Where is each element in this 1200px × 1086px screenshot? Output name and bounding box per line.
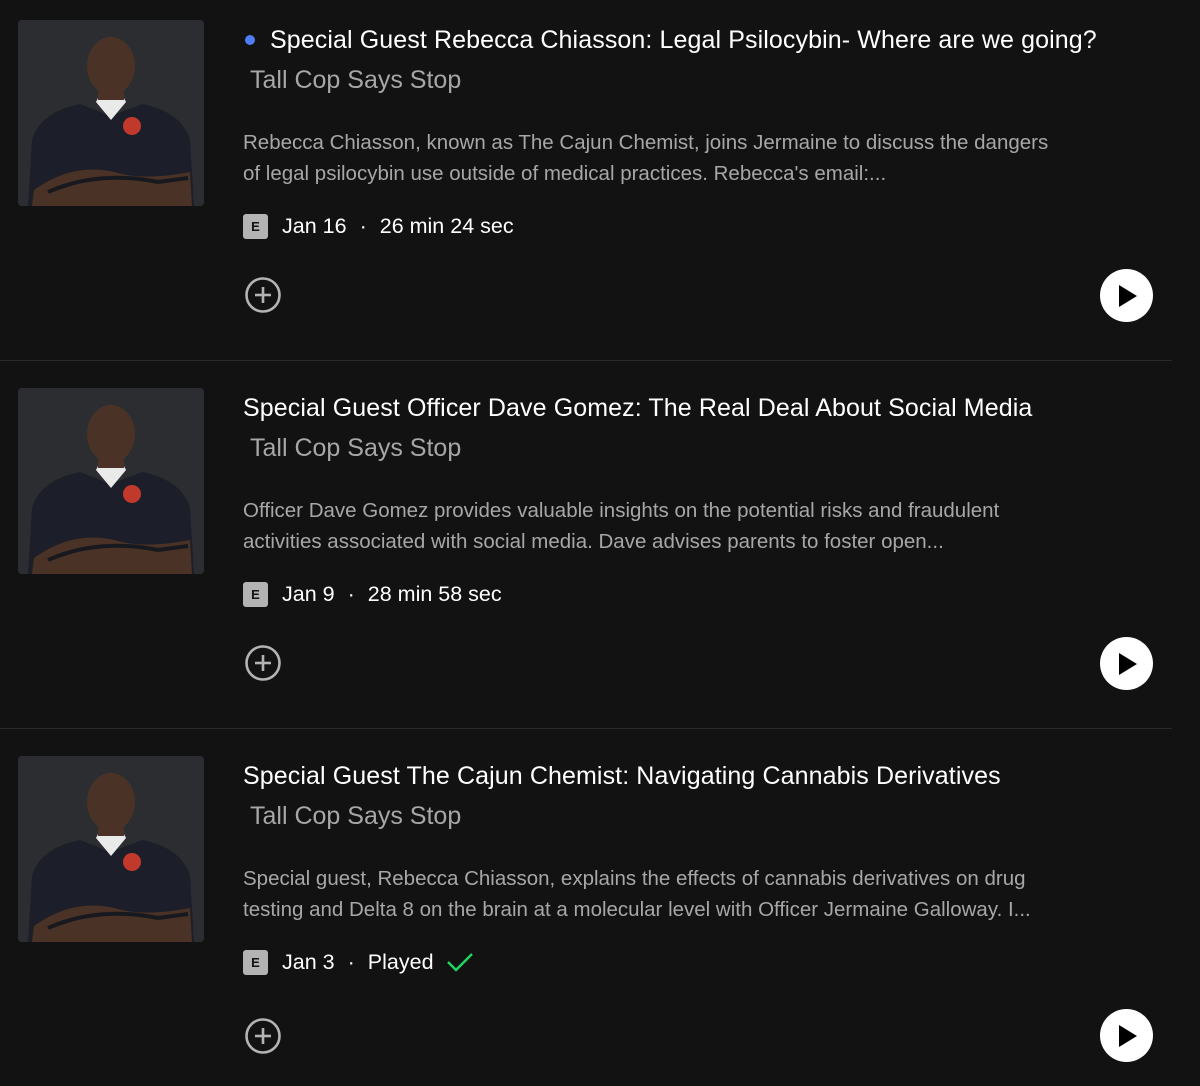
plus-circle-icon bbox=[245, 277, 281, 313]
episode-title[interactable]: Special Guest Officer Dave Gomez: The Re… bbox=[243, 394, 1032, 423]
episode-item[interactable]: Special Guest The Cajun Chemist: Navigat… bbox=[0, 736, 1172, 1086]
meta-separator: · bbox=[359, 213, 367, 238]
episode-title-row: Special Guest Officer Dave Gomez: The Re… bbox=[243, 390, 1032, 426]
episode-title[interactable]: Special Guest Rebecca Chiasson: Legal Ps… bbox=[270, 26, 1097, 55]
divider bbox=[0, 728, 1172, 729]
episode-description: Officer Dave Gomez provides valuable ins… bbox=[243, 495, 1163, 557]
meta-separator: · bbox=[347, 949, 355, 974]
explicit-badge-icon: E bbox=[243, 949, 268, 975]
episode-date: Jan 3 bbox=[282, 949, 335, 974]
episode-title-row: Special Guest The Cajun Chemist: Navigat… bbox=[243, 758, 1001, 794]
episode-list: Special Guest Rebecca Chiasson: Legal Ps… bbox=[0, 0, 1200, 1086]
episode-description-line: Officer Dave Gomez provides valuable ins… bbox=[243, 499, 1000, 522]
play-button[interactable] bbox=[1100, 1009, 1153, 1062]
episode-description: Special guest, Rebecca Chiasson, explain… bbox=[243, 863, 1163, 925]
episode-description-line: Rebecca Chiasson, known as The Cajun Che… bbox=[243, 131, 1049, 154]
play-icon bbox=[1118, 284, 1137, 307]
episode-meta: E Jan 16 · 26 min 24 sec bbox=[243, 212, 514, 240]
episode-item[interactable]: Special Guest Rebecca Chiasson: Legal Ps… bbox=[0, 0, 1172, 368]
add-to-library-button[interactable] bbox=[244, 644, 282, 682]
episode-description-line: activities associated with social media.… bbox=[243, 530, 944, 553]
new-episode-dot-icon bbox=[245, 35, 255, 45]
add-to-library-button[interactable] bbox=[244, 276, 282, 314]
play-icon bbox=[1118, 652, 1137, 675]
played-status: Played bbox=[367, 949, 434, 974]
play-icon bbox=[1118, 1024, 1137, 1047]
meta-separator: · bbox=[347, 581, 355, 606]
add-to-library-button[interactable] bbox=[244, 1017, 282, 1055]
episode-cover-image[interactable] bbox=[18, 388, 204, 574]
plus-circle-icon bbox=[245, 1018, 281, 1054]
episode-meta: E Jan 9 · 28 min 58 sec bbox=[243, 580, 502, 608]
episode-date: Jan 9 bbox=[282, 581, 335, 606]
show-name[interactable]: Tall Cop Says Stop bbox=[250, 66, 461, 95]
episode-cover-image[interactable] bbox=[18, 20, 204, 206]
episode-description-line: testing and Delta 8 on the brain at a mo… bbox=[243, 898, 1031, 921]
played-check-icon bbox=[446, 951, 474, 973]
explicit-badge-icon: E bbox=[243, 581, 268, 607]
episode-description: Rebecca Chiasson, known as The Cajun Che… bbox=[243, 127, 1163, 189]
show-name[interactable]: Tall Cop Says Stop bbox=[250, 434, 461, 463]
play-button[interactable] bbox=[1100, 637, 1153, 690]
episode-title[interactable]: Special Guest The Cajun Chemist: Navigat… bbox=[243, 762, 1001, 791]
episode-duration: 28 min 58 sec bbox=[367, 581, 502, 606]
episode-item[interactable]: Special Guest Officer Dave Gomez: The Re… bbox=[0, 368, 1172, 736]
play-button[interactable] bbox=[1100, 269, 1153, 322]
episode-title-row: Special Guest Rebecca Chiasson: Legal Ps… bbox=[243, 22, 1097, 58]
explicit-badge-icon: E bbox=[243, 213, 268, 239]
divider bbox=[0, 360, 1172, 361]
episode-meta: E Jan 3 · Played bbox=[243, 948, 474, 976]
episode-cover-image[interactable] bbox=[18, 756, 204, 942]
show-name[interactable]: Tall Cop Says Stop bbox=[250, 802, 461, 831]
episode-description-line: of legal psilocybin use outside of medic… bbox=[243, 162, 887, 185]
episode-description-line: Special guest, Rebecca Chiasson, explain… bbox=[243, 867, 1026, 890]
episode-date: Jan 16 bbox=[282, 213, 347, 238]
episode-duration: 26 min 24 sec bbox=[379, 213, 514, 238]
plus-circle-icon bbox=[245, 645, 281, 681]
